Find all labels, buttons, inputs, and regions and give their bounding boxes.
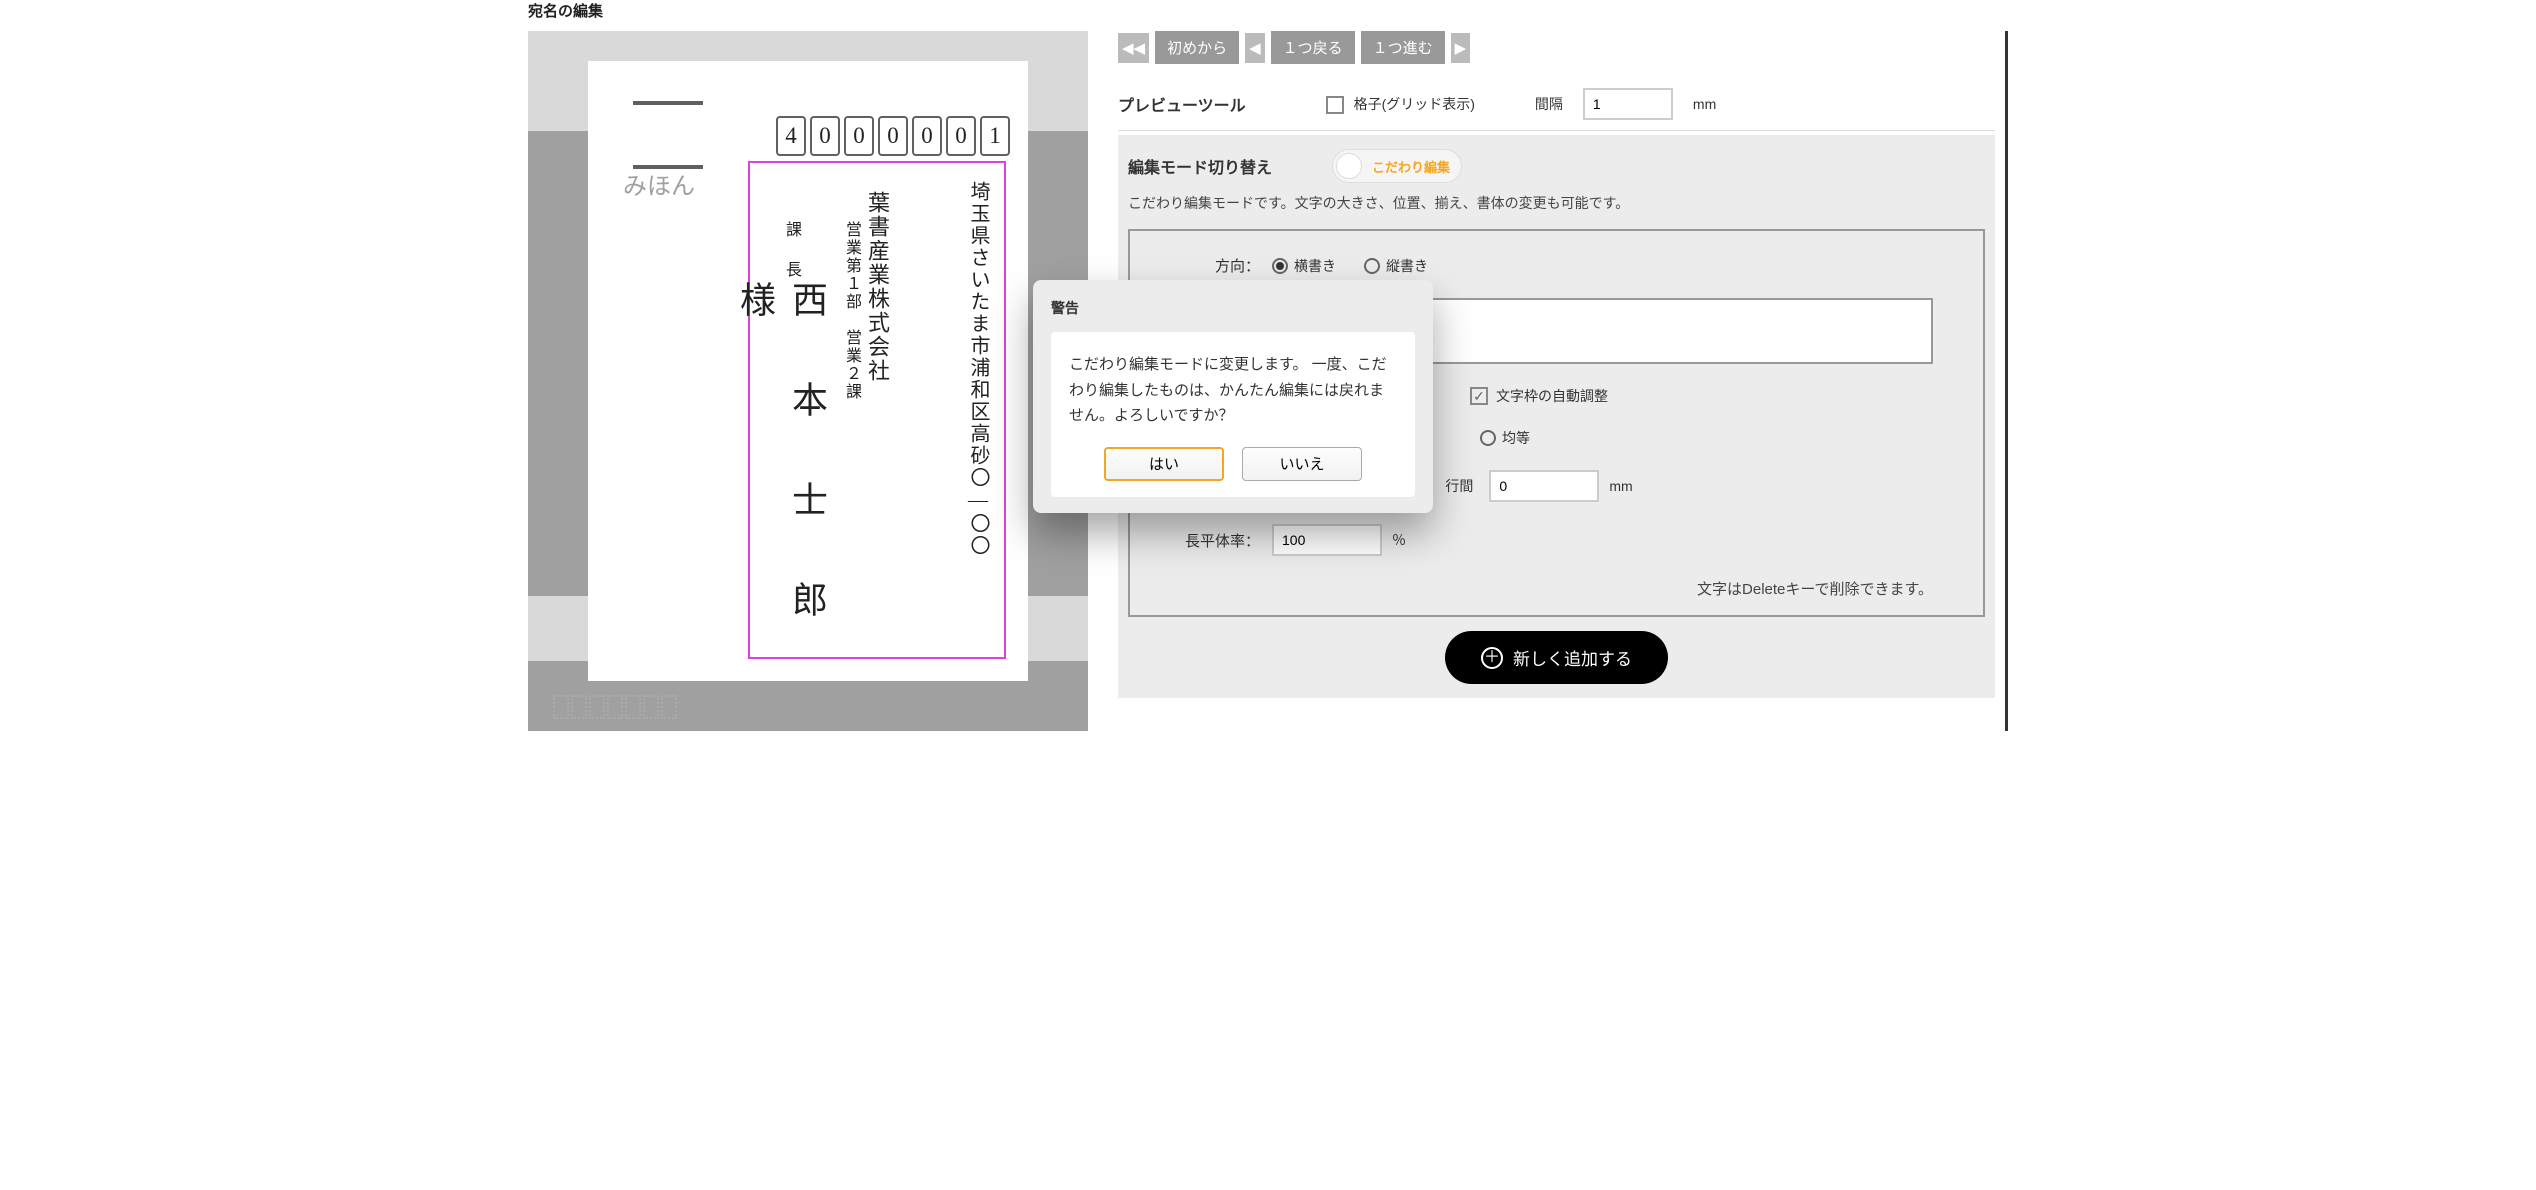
- line-spacing-label: 行間: [1445, 476, 1473, 496]
- direction-label: 方向：: [1180, 255, 1260, 276]
- spacing-label: 間隔: [1535, 96, 1563, 112]
- ratio-unit: ％: [1392, 530, 1406, 550]
- preview-area: みほん 4 0 0 0 0 0 1 埼玉県さいたま市浦和区高砂〇―〇〇 葉書産業…: [528, 31, 1088, 731]
- company-text[interactable]: 葉書産業株式会社: [861, 191, 893, 383]
- page-title: 宛名の編集: [528, 0, 2008, 31]
- add-button-label: 新しく追加する: [1513, 645, 1632, 670]
- postal-digit: 0: [946, 116, 976, 156]
- spacing-input[interactable]: [1583, 88, 1673, 120]
- add-new-button[interactable]: ＋ 新しく追加する: [1445, 631, 1668, 684]
- edit-mode-toggle[interactable]: こだわり編集: [1332, 149, 1462, 183]
- rewind-icon[interactable]: ◀◀: [1118, 33, 1149, 63]
- title-text[interactable]: 課 長: [779, 221, 803, 281]
- sender-postal-placeholder: [553, 695, 677, 719]
- edit-mode-label: 編集モード切り替え: [1128, 154, 1272, 178]
- postal-digit: 0: [878, 116, 908, 156]
- postal-digit: 0: [912, 116, 942, 156]
- postal-code: 4 0 0 0 0 0 1: [776, 116, 1010, 156]
- undo-button[interactable]: １つ戻る: [1271, 31, 1355, 64]
- mode-description: こだわり編集モードです。文字の大きさ、位置、揃え、書体の変更も可能です。: [1128, 183, 1985, 229]
- grid-checkbox[interactable]: [1326, 96, 1344, 114]
- radio-horizontal[interactable]: [1272, 258, 1288, 274]
- toggle-kodawari-label: こだわり編集: [1372, 157, 1450, 176]
- radio-vertical[interactable]: [1364, 258, 1380, 274]
- dialog-yes-button[interactable]: はい: [1104, 447, 1224, 481]
- horizontal-label: 横書き: [1294, 256, 1336, 276]
- redo-button[interactable]: １つ進む: [1361, 31, 1445, 64]
- postal-digit: 0: [844, 116, 874, 156]
- sample-watermark: みほん: [623, 166, 695, 201]
- department-text[interactable]: 営業第１部 営業２課: [839, 221, 863, 401]
- postal-digit: 0: [810, 116, 840, 156]
- name-text[interactable]: 西 本 士 郎 様: [729, 281, 833, 681]
- spacing-unit: mm: [1693, 96, 1716, 112]
- dialog-no-button[interactable]: いいえ: [1242, 447, 1362, 481]
- line-spacing-input[interactable]: [1489, 470, 1599, 502]
- preview-tools-label: プレビューツール: [1118, 92, 1246, 116]
- undo-arrow-icon[interactable]: ◀: [1245, 33, 1265, 63]
- reset-button[interactable]: 初めから: [1155, 31, 1239, 64]
- postal-digit: 4: [776, 116, 806, 156]
- postal-digit: 1: [980, 116, 1010, 156]
- postcard-preview[interactable]: みほん 4 0 0 0 0 0 1 埼玉県さいたま市浦和区高砂〇―〇〇 葉書産業…: [588, 61, 1028, 681]
- equal-label: 均等: [1502, 428, 1530, 448]
- address-text[interactable]: 埼玉県さいたま市浦和区高砂〇―〇〇: [964, 181, 993, 557]
- dialog-message: こだわり編集モードに変更します。 一度、こだわり編集したものは、かんたん編集には…: [1069, 352, 1397, 429]
- redo-arrow-icon[interactable]: ▶: [1451, 33, 1471, 63]
- dialog-title: 警告: [1051, 298, 1415, 318]
- ratio-input[interactable]: [1272, 524, 1382, 556]
- autofit-label: 文字枠の自動調整: [1496, 386, 1608, 406]
- vertical-label: 縦書き: [1386, 256, 1428, 276]
- delete-hint: 文字はDeleteキーで削除できます。: [1180, 578, 1933, 599]
- plus-icon: ＋: [1481, 647, 1503, 669]
- grid-label: 格子(グリッド表示): [1354, 96, 1475, 112]
- line-spacing-unit: mm: [1609, 478, 1632, 494]
- stamp-placeholder: [633, 101, 703, 169]
- autofit-checkbox[interactable]: [1470, 387, 1488, 405]
- radio-equal[interactable]: [1480, 430, 1496, 446]
- ratio-label: 長平体率：: [1180, 530, 1260, 551]
- warning-dialog: 警告 こだわり編集モードに変更します。 一度、こだわり編集したものは、かんたん編…: [1033, 280, 1433, 513]
